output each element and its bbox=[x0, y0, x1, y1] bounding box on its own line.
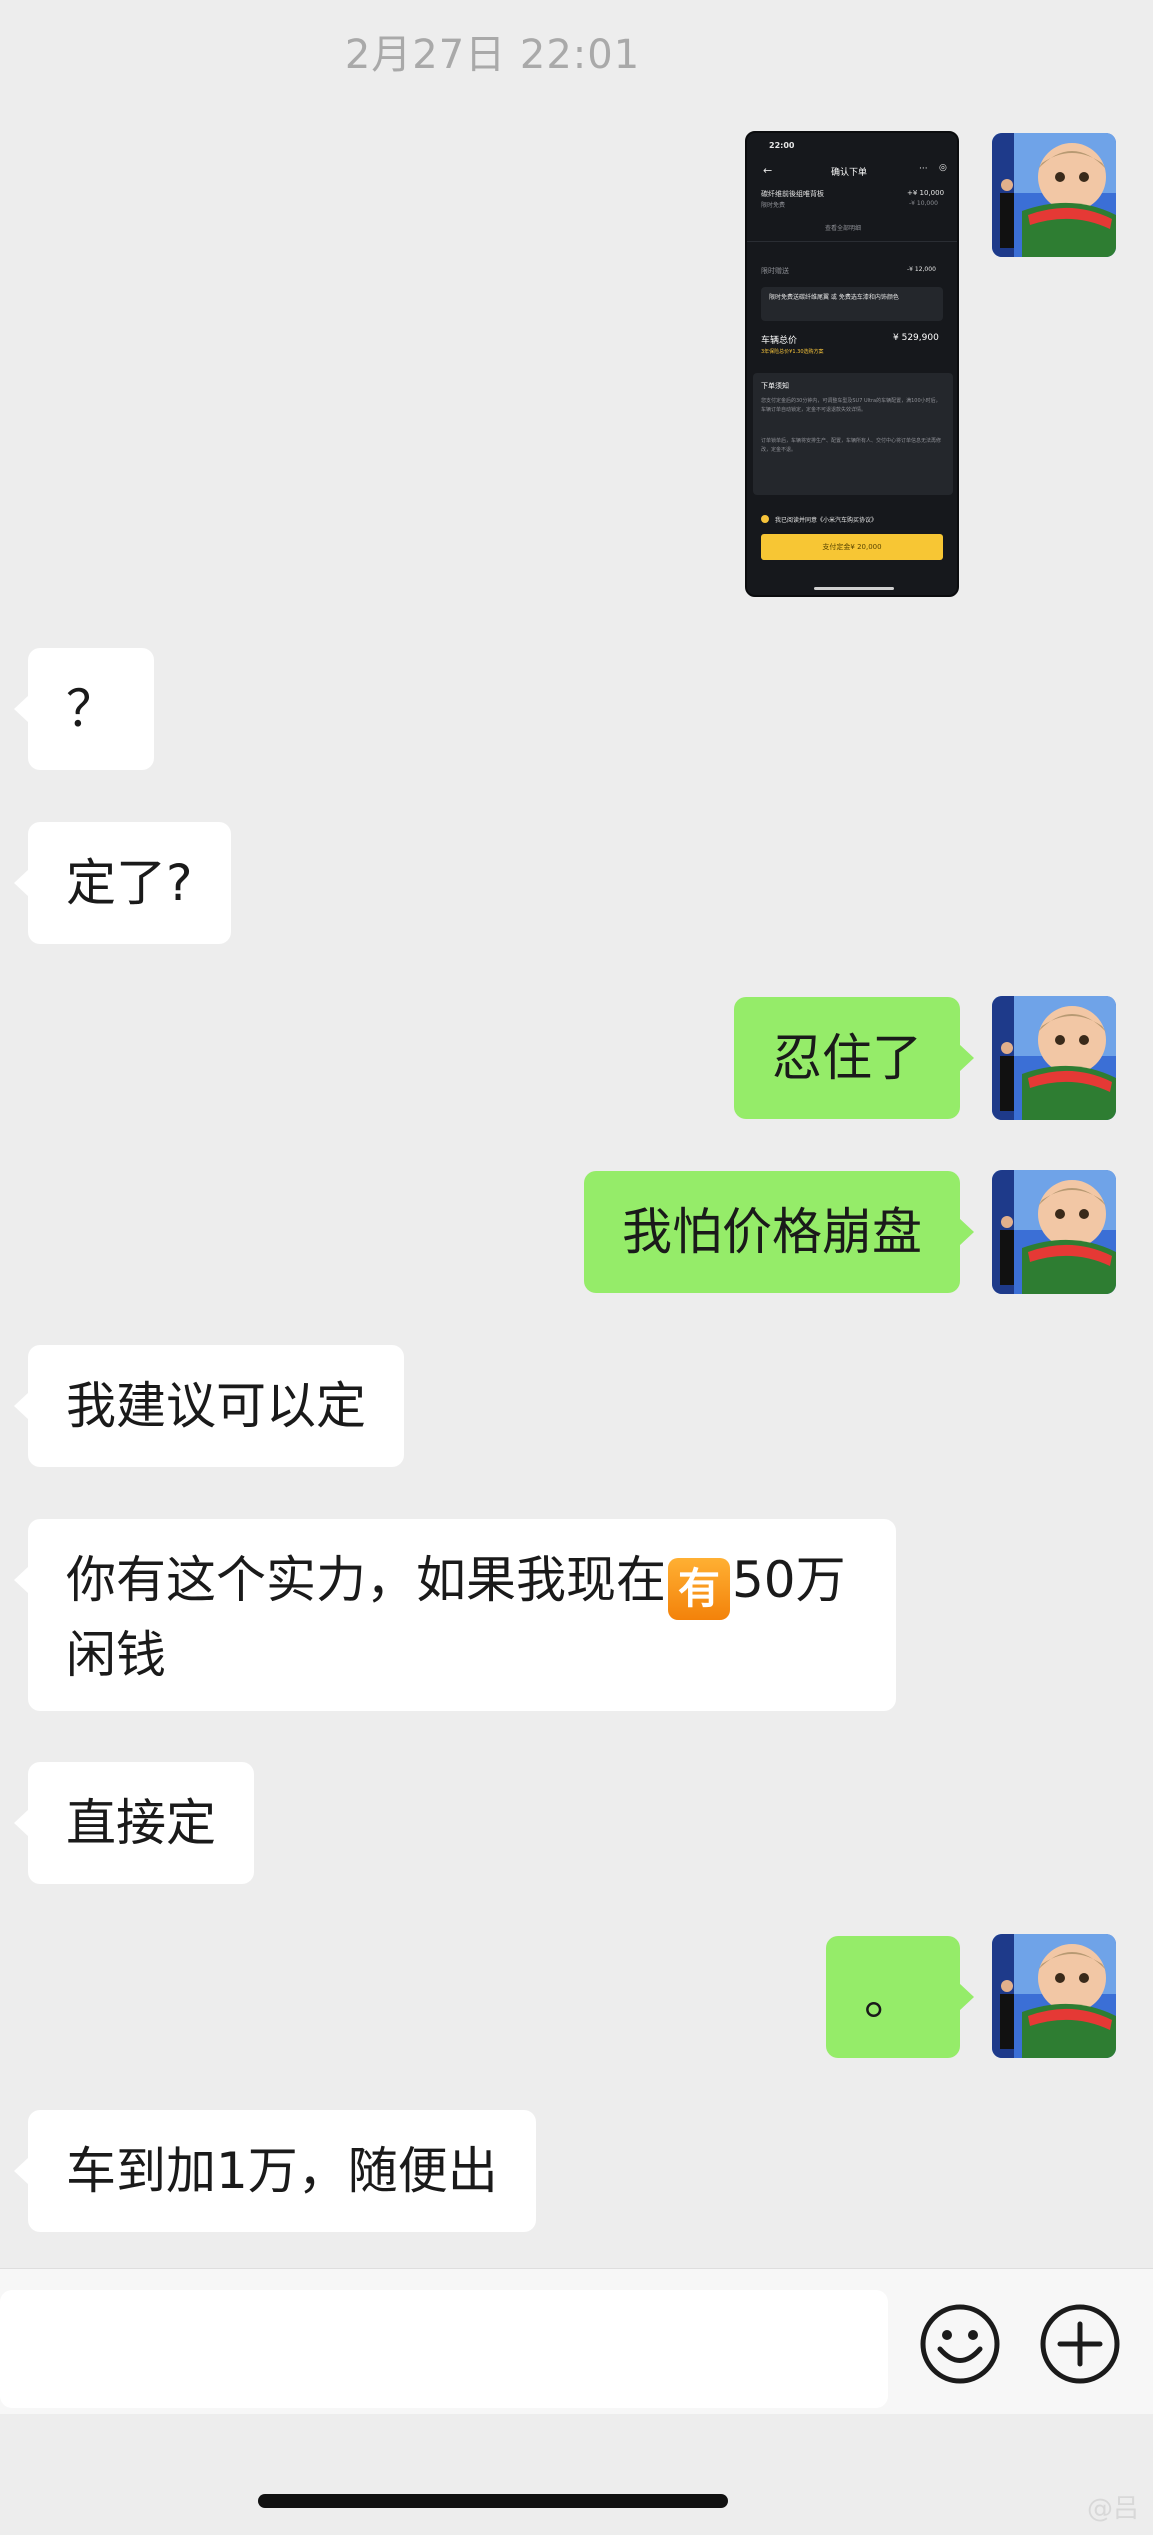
avatar[interactable] bbox=[992, 1170, 1116, 1294]
chat-timestamp: 2月27日 22:01 bbox=[344, 32, 641, 78]
promo-box: 限时免费送碳纤维尾翼 或 免费选车漆和内饰颜色 bbox=[761, 287, 943, 321]
screenshot-title: 确认下单 bbox=[831, 168, 868, 178]
message-input[interactable] bbox=[0, 2290, 888, 2408]
message-text: 你有这个实力，如果我现在 bbox=[66, 1551, 666, 1609]
plus-icon[interactable] bbox=[1038, 2302, 1122, 2386]
watermelon-kid-avatar-icon bbox=[992, 1934, 1116, 2058]
status-time: 22:00 bbox=[769, 141, 795, 150]
message-bubble-outgoing[interactable]: 我怕价格崩盘 bbox=[584, 1171, 974, 1293]
total-note: 3年保险总价¥1.30选购方案 bbox=[761, 349, 824, 355]
agree-text: 我已阅读并同意《小米汽车购买协议》 bbox=[775, 517, 878, 524]
more-icon: ··· bbox=[919, 164, 928, 174]
you-emoji-icon: 有 bbox=[668, 1558, 730, 1620]
notice-text: 您支付定金后的30分钟内，可调整车型及SU7 Ultra的车辆配置，满100小时… bbox=[761, 398, 941, 413]
divider bbox=[747, 241, 957, 242]
message-bubble-incoming[interactable]: 定了? bbox=[14, 822, 231, 944]
notice-text-2: 订单锁单后，车辆将安排生产、配置，车辆所有人、交付中心将订单信息无法再修改，定金… bbox=[761, 438, 942, 453]
view-all-link: 查看全部明细 bbox=[825, 225, 862, 232]
line1-value: +¥ 10,000 bbox=[907, 189, 945, 197]
avatar[interactable] bbox=[992, 133, 1116, 257]
total-value: ¥ 529,900 bbox=[893, 333, 939, 343]
back-arrow-icon: ← bbox=[763, 164, 773, 177]
watermelon-kid-avatar-icon bbox=[992, 996, 1116, 1120]
watermark: @吕 bbox=[1086, 2494, 1139, 2524]
emoji-icon[interactable] bbox=[918, 2302, 1002, 2386]
home-indicator bbox=[814, 587, 894, 590]
home-indicator bbox=[258, 2494, 728, 2508]
message-bubble-outgoing[interactable]: 忍住了 bbox=[734, 997, 974, 1119]
message-bubble-outgoing[interactable]: 。 bbox=[826, 1936, 974, 2058]
pay-button: 支付定金¥ 20,000 bbox=[761, 534, 943, 560]
watermelon-kid-avatar-icon bbox=[992, 1170, 1116, 1294]
message-bubble-incoming[interactable]: 你有这个实力，如果我现在有 50万闲钱 bbox=[14, 1519, 896, 1711]
promo-text: 限时免费送碳纤维尾翼 或 免费选车漆和内饰颜色 bbox=[769, 294, 899, 301]
total-label: 车辆总价 bbox=[761, 336, 798, 346]
line2-value: -¥ 10,000 bbox=[909, 200, 938, 207]
image-message-screenshot[interactable]: 22:00 ← 确认下单 ··· ◎ 碳纤维前後组唯背板 +¥ 10,000 限… bbox=[745, 131, 959, 597]
target-icon: ◎ bbox=[939, 163, 947, 173]
avatar[interactable] bbox=[992, 1934, 1116, 2058]
avatar[interactable] bbox=[992, 996, 1116, 1120]
message-bubble-incoming[interactable]: 直接定 bbox=[14, 1762, 254, 1884]
pay-button-label: 支付定金¥ 20,000 bbox=[822, 543, 882, 551]
discount-value: -¥ 12,000 bbox=[907, 266, 936, 273]
notice-title: 下单须知 bbox=[761, 382, 789, 390]
notice-box: 下单须知 您支付定金后的30分钟内，可调整车型及SU7 Ultra的车辆配置，满… bbox=[753, 373, 953, 495]
line2-label: 限时免费 bbox=[761, 202, 786, 209]
line1-label: 碳纤维前後组唯背板 bbox=[761, 190, 824, 198]
watermelon-kid-avatar-icon bbox=[992, 133, 1116, 257]
agree-check-icon bbox=[761, 515, 769, 523]
message-bubble-incoming[interactable]: ？ bbox=[14, 648, 154, 770]
message-bubble-incoming[interactable]: 车到加1万，随便出 bbox=[14, 2110, 536, 2232]
message-bubble-incoming[interactable]: 我建议可以定 bbox=[14, 1345, 404, 1467]
discount-label: 限时赠送 bbox=[761, 267, 789, 275]
